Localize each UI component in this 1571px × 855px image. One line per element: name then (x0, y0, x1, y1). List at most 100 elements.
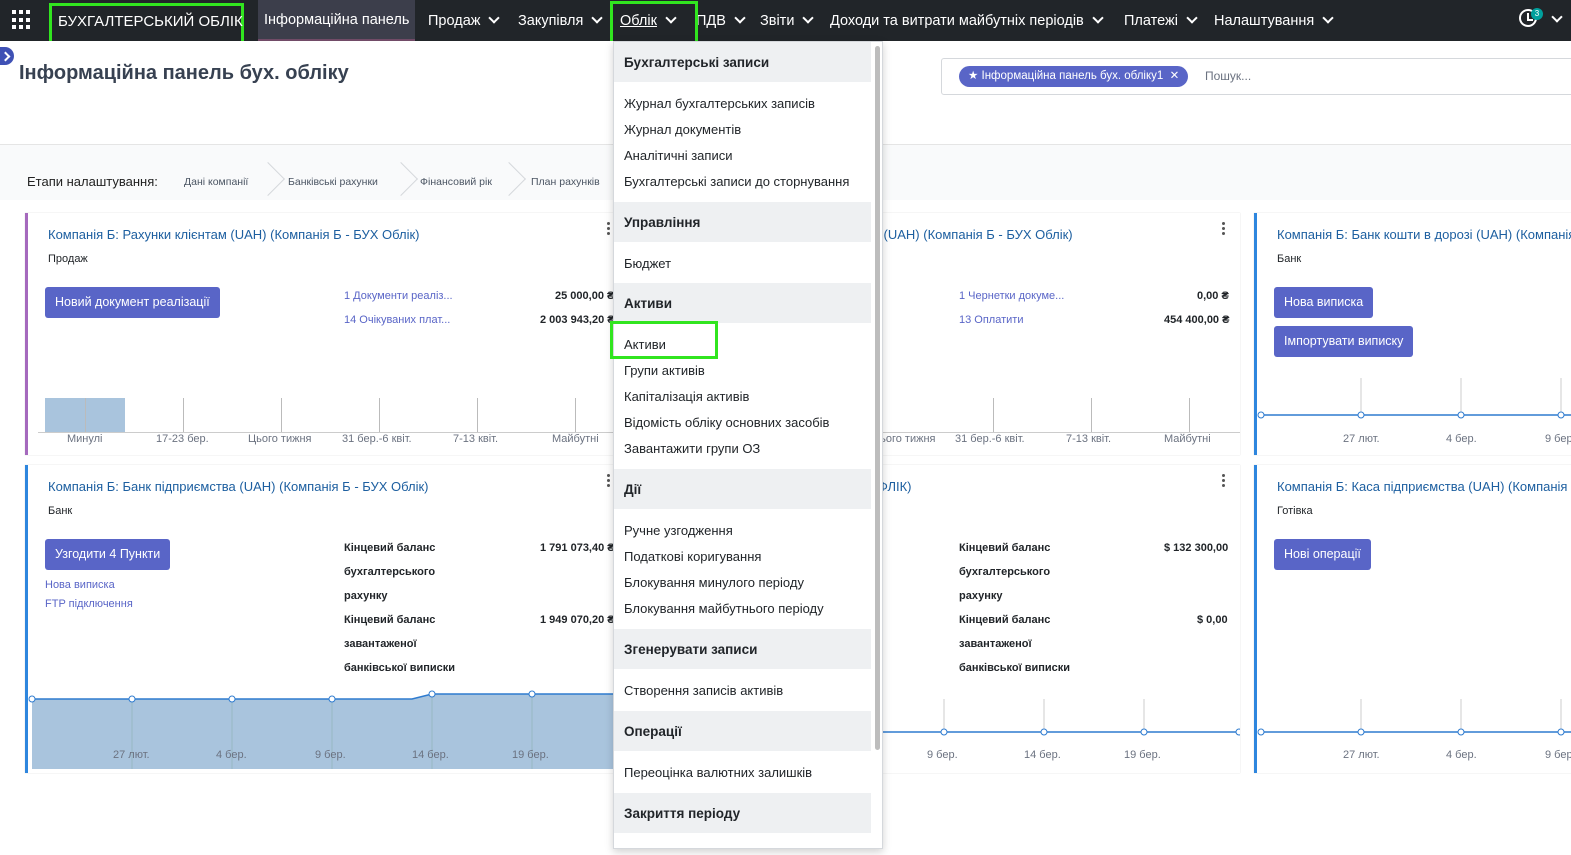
activity-badge: 3 (1531, 8, 1543, 20)
new-statement-button[interactable]: Нова виписка (1274, 287, 1374, 318)
graph-label: 14 бер. (1024, 749, 1061, 761)
menu-payments[interactable]: Платежі (1118, 0, 1202, 41)
graph-label: 9 бер. (927, 749, 958, 761)
menu-label: Платежі (1124, 12, 1178, 29)
dropdown-item[interactable]: Бюджет (624, 256, 671, 271)
dropdown-item[interactable]: Аналітичні записи (624, 148, 732, 163)
dropdown-item[interactable]: Журнал документів (624, 122, 741, 137)
setup-step[interactable]: План рахунків (531, 176, 600, 188)
card-link[interactable]: Нова виписка (45, 579, 115, 591)
dropdown-item[interactable]: Капіталізація активів (624, 389, 749, 404)
dropdown-item[interactable]: Податкові коригування (624, 549, 761, 564)
apps-menu-icon[interactable] (12, 10, 32, 30)
card-value: $ 0,00 (1197, 614, 1228, 626)
graph-point (1235, 728, 1240, 736)
dropdown-item[interactable]: Блокування майбутнього періоду (624, 601, 824, 616)
setup-step[interactable]: Дані компанії (184, 176, 248, 188)
card-value: 1 791 073,40 ₴ (540, 542, 615, 554)
menu-dashboard[interactable]: Інформаційна панель (258, 0, 416, 41)
card-title[interactable]: в (UAH) (Компанія Б - БУХ Облік) (873, 227, 1073, 242)
chevron-down-icon[interactable] (1551, 11, 1563, 23)
card-title[interactable]: Компанія Б: Банк кошти в дорозі (UAH) (К… (1277, 227, 1571, 242)
dropdown-header: Закриття періоду (614, 793, 871, 833)
graph-label: 4 бер. (1446, 433, 1477, 445)
graph-label: Майбутні (1164, 433, 1211, 445)
dropdown-header: Активи (614, 283, 871, 323)
dropdown-header: Бухгалтерські записи (614, 42, 871, 82)
chevron-down-icon (591, 12, 604, 24)
app-name[interactable]: БУХГАЛТЕРСЬКИЙ ОБЛІК (49, 3, 244, 45)
facet-label: Інформаційна панель бух. обліку1 (981, 70, 1164, 82)
dropdown-item[interactable]: Блокування минулого періоду (624, 575, 804, 590)
menu-purchases[interactable]: Закупівля (512, 0, 607, 41)
card-menu-icon[interactable] (1222, 222, 1226, 236)
card-link[interactable]: FTP підключення (45, 598, 133, 610)
graph-label: 4 бер. (1446, 749, 1477, 761)
highlight-box (610, 321, 718, 359)
chevron-down-icon (734, 12, 746, 24)
dropdown-item[interactable]: Створення записів активів (624, 683, 783, 698)
balance-label: бухгалтерського (344, 566, 436, 578)
dropdown-item[interactable]: Групи активів (624, 363, 705, 378)
balance-label: Кінцевий баланс (959, 542, 1051, 554)
card-link[interactable]: 14 Очікуваних плат... (344, 314, 450, 326)
dropdown-item[interactable]: Бухгалтерські записи до сторнування (624, 174, 849, 189)
graph-label: 31 бер.-6 квіт. (342, 433, 412, 445)
menu-label: Інформаційна панель (264, 11, 410, 28)
menu-reports[interactable]: Звіти (754, 0, 818, 41)
search-bar[interactable]: ★ Інформаційна панель бух. обліку1 ✕ Пош… (941, 58, 1571, 95)
graph-label: 9 бер. (315, 749, 346, 761)
menu-label: Закупівля (518, 12, 584, 29)
dropdown-item[interactable]: Завантажити групи ОЗ (624, 441, 760, 456)
dropdown-item[interactable]: Переоцінка валютних залишків (624, 765, 812, 780)
journal-card-sales: Компанія Б: Рахунки клієнтам (UAH) (Комп… (25, 213, 625, 455)
new-invoice-button[interactable]: Новий документ реалізації (45, 287, 220, 318)
graph-tick (85, 398, 86, 433)
graph-point (1357, 728, 1365, 736)
graph-point (940, 728, 948, 736)
card-link[interactable]: 1 Чернетки докуме... (959, 290, 1064, 302)
reconcile-button[interactable]: Узгодити 4 Пункти (45, 539, 171, 570)
card-value: $ 132 300,00 (1164, 542, 1229, 554)
menu-vat[interactable]: ПДВ (690, 0, 750, 41)
menu-label: Налаштування (1214, 12, 1315, 29)
card-title[interactable]: Компанія Б: Каса підприємства (UAH) (Ком… (1277, 479, 1571, 494)
card-title[interactable]: Компанія Б: Рахунки клієнтам (UAH) (Комп… (48, 227, 420, 242)
setup-step[interactable]: Фінансовий рік (420, 176, 492, 188)
card-type: Готівка (1277, 505, 1313, 517)
graph-label: Майбутні (552, 433, 599, 445)
graph-label: 27 лют. (1343, 749, 1380, 761)
dropdown-scrollbar[interactable] (875, 46, 880, 750)
new-transactions-button[interactable]: Нові операції (1274, 539, 1371, 570)
page-title: Інформаційна панель бух. обліку (19, 62, 349, 84)
accounting-dropdown: Бухгалтерські записи Журнал бухгалтерськ… (613, 41, 883, 849)
card-title[interactable]: ФЛІК) (878, 479, 912, 494)
balance-label: рахунку (344, 590, 388, 602)
menu-sales[interactable]: Продаж (422, 0, 504, 41)
graph-point (1557, 728, 1565, 736)
card-menu-icon[interactable] (1222, 474, 1226, 488)
search-input[interactable]: Пошук... (1205, 69, 1251, 83)
graph-label: 4 бер. (216, 749, 247, 761)
card-title[interactable]: Компанія Б: Банк підприємства (UAH) (Ком… (48, 479, 429, 494)
dropdown-item[interactable]: Відомість обліку основних засобів (624, 415, 829, 430)
balance-label: бухгалтерського (959, 566, 1051, 578)
card-value: 454 400,00 ₴ (1164, 314, 1230, 326)
graph-label: Минулі (67, 433, 103, 445)
card-link[interactable]: 1 Документи реаліз... (344, 290, 453, 302)
menu-deferred[interactable]: Доходи та витрати майбутніх періодів (824, 0, 1108, 41)
card-menu-icon[interactable] (607, 474, 611, 488)
card-link[interactable]: 13 Оплатити (959, 314, 1023, 326)
dropdown-item[interactable]: Ручне узгодження (624, 523, 733, 538)
card-menu-icon[interactable] (607, 222, 611, 236)
import-statement-button[interactable]: Імпортувати виписку (1274, 326, 1414, 357)
balance-label: рахунку (959, 590, 1003, 602)
journal-card-cash: Компанія Б: Каса підприємства (UAH) (Ком… (1254, 465, 1571, 773)
graph-label: Цього тижня (248, 433, 312, 445)
dropdown-item[interactable]: Журнал бухгалтерських записів (624, 96, 815, 111)
menu-settings[interactable]: Налаштування (1208, 0, 1338, 41)
step-arrow (251, 162, 285, 196)
chevron-down-icon (488, 12, 501, 24)
setup-step[interactable]: Банківські рахунки (288, 176, 378, 188)
balance-line-chart (1257, 699, 1571, 736)
